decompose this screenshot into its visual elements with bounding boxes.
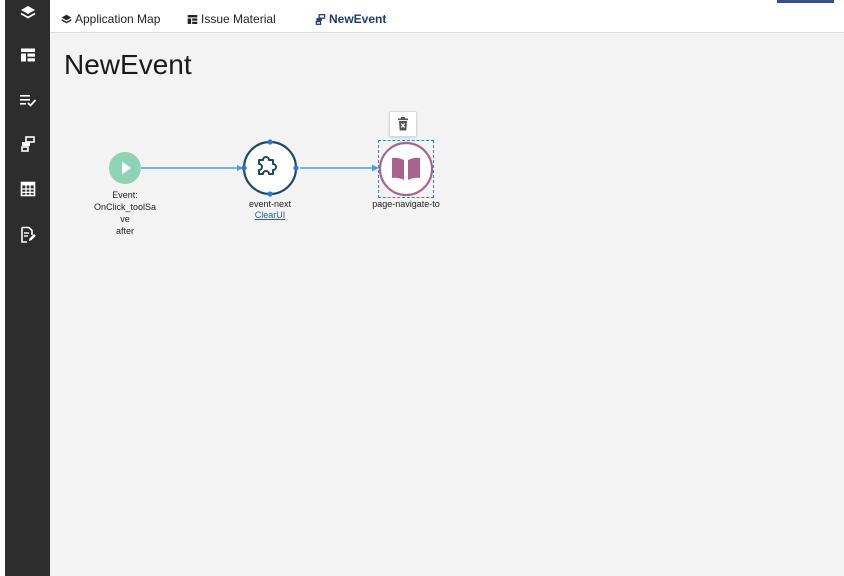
sidebar-item-application-map[interactable] xyxy=(17,2,39,24)
delete-node-button[interactable] xyxy=(389,111,417,137)
flow-canvas[interactable]: NewEvent Event: OnClick_toolSa ve after … xyxy=(50,33,844,576)
clearui-link[interactable]: ClearUI xyxy=(230,210,310,220)
sidebar-item-events[interactable] xyxy=(17,133,39,155)
flow-diagram xyxy=(109,139,434,197)
top-tab-bar: Application Map Issue Material NewEvent xyxy=(50,0,844,33)
layers-icon xyxy=(20,6,36,19)
tab-application-map[interactable]: Application Map xyxy=(60,11,160,27)
port-dot xyxy=(267,139,273,145)
tab-label: Issue Material xyxy=(201,12,276,26)
sidebar-item-checklist[interactable] xyxy=(17,89,39,111)
table-layout-icon xyxy=(186,13,198,25)
event-next-label: event-next xyxy=(248,199,292,209)
port-dot xyxy=(293,165,299,171)
start-event-node[interactable] xyxy=(109,152,141,184)
page-navigate-label: page-navigate-to xyxy=(372,199,440,209)
checklist-icon xyxy=(20,95,37,107)
top-accent-bar xyxy=(777,0,834,3)
edit-document-icon xyxy=(21,226,36,243)
sidebar-item-edit-document[interactable] xyxy=(17,224,39,246)
table-layout-icon xyxy=(21,48,35,62)
tab-label: Application Map xyxy=(75,12,161,26)
tab-label: NewEvent xyxy=(329,12,387,26)
tab-newevent[interactable]: NewEvent xyxy=(314,11,386,27)
sidebar xyxy=(5,0,50,576)
tab-issue-material[interactable]: Issue Material xyxy=(186,11,276,27)
flow-icon xyxy=(21,136,35,152)
trash-icon xyxy=(398,117,408,131)
port-dot xyxy=(241,165,247,171)
start-node-label: Event: OnClick_toolSa ve after xyxy=(93,190,157,236)
port-dot xyxy=(267,191,273,197)
sidebar-item-pages[interactable] xyxy=(17,44,39,66)
node-selection-box xyxy=(378,140,434,198)
sidebar-item-grid[interactable] xyxy=(17,178,39,200)
flow-icon xyxy=(314,13,326,25)
grid-icon xyxy=(20,181,36,197)
event-next-node[interactable] xyxy=(241,139,299,197)
layers-icon xyxy=(60,13,72,25)
